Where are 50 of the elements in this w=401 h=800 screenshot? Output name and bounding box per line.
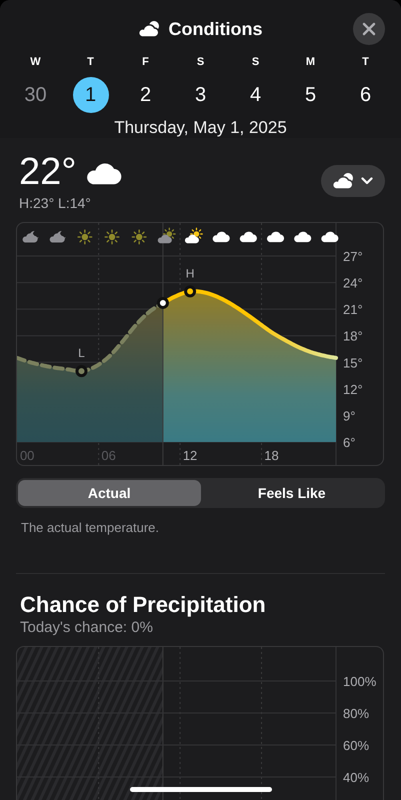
- condition-dropdown[interactable]: [321, 165, 385, 197]
- current-temperature: 22°: [19, 150, 76, 194]
- axis-label: 6°: [343, 435, 356, 450]
- day-number[interactable]: 6: [348, 77, 384, 113]
- axis-label: 12: [182, 448, 198, 463]
- axis-label: 00: [20, 448, 34, 463]
- sheet-title: Conditions: [168, 18, 262, 40]
- high-point-marker: [184, 285, 196, 298]
- close-button[interactable]: [353, 13, 385, 45]
- close-icon: [362, 22, 376, 36]
- weekday-label: T: [362, 55, 369, 70]
- segment-tab[interactable]: Actual: [18, 480, 200, 506]
- chart-description: The actual temperature.: [21, 520, 160, 536]
- day-number[interactable]: 4: [238, 77, 274, 113]
- day-number[interactable]: 3: [182, 77, 218, 113]
- chevron-down-icon: [361, 177, 373, 185]
- axis-label: 12°: [343, 382, 363, 397]
- axis-label: 9°: [343, 408, 356, 424]
- axis-label: 24°: [343, 276, 363, 291]
- weekday-label: F: [142, 55, 149, 70]
- segment-tab[interactable]: Feels Like: [200, 480, 383, 506]
- axis-label: 40%: [343, 770, 370, 785]
- axis-label: 21°: [343, 302, 363, 318]
- current-time-marker: [156, 296, 169, 309]
- precipitation-summary: Today's chance: 0%: [20, 619, 154, 637]
- day-number[interactable]: 2: [128, 77, 164, 113]
- axis-label: 100%: [343, 674, 376, 689]
- axis-label: 80%: [343, 706, 370, 721]
- axis-label: 06: [101, 448, 116, 463]
- axis-label: 15°: [343, 355, 363, 370]
- high-low-temperature: H:23° L:14°: [19, 194, 92, 212]
- cloud-sun-icon: [138, 20, 160, 38]
- section-title: Chance of Precipitation: [20, 591, 267, 619]
- weekday-label: S: [252, 55, 260, 70]
- point-label: H: [186, 266, 194, 280]
- weekday-label: T: [87, 55, 94, 70]
- axis-label: 27°: [343, 249, 363, 264]
- weekday-label: W: [30, 55, 41, 70]
- weekday-label: M: [306, 55, 316, 70]
- axis-label: 18°: [343, 328, 363, 344]
- day-number[interactable]: 30: [18, 77, 54, 113]
- axis-label: 18: [264, 448, 279, 463]
- cloud-sun-icon: [333, 172, 355, 190]
- day-number[interactable]: 1: [72, 77, 108, 113]
- low-point-marker: [75, 365, 88, 378]
- weekday-label: S: [196, 55, 204, 70]
- axis-label: 60%: [343, 738, 370, 753]
- selected-date: Thursday, May 1, 2025: [113, 118, 288, 138]
- point-label: L: [78, 346, 85, 360]
- day-number[interactable]: 5: [292, 77, 328, 113]
